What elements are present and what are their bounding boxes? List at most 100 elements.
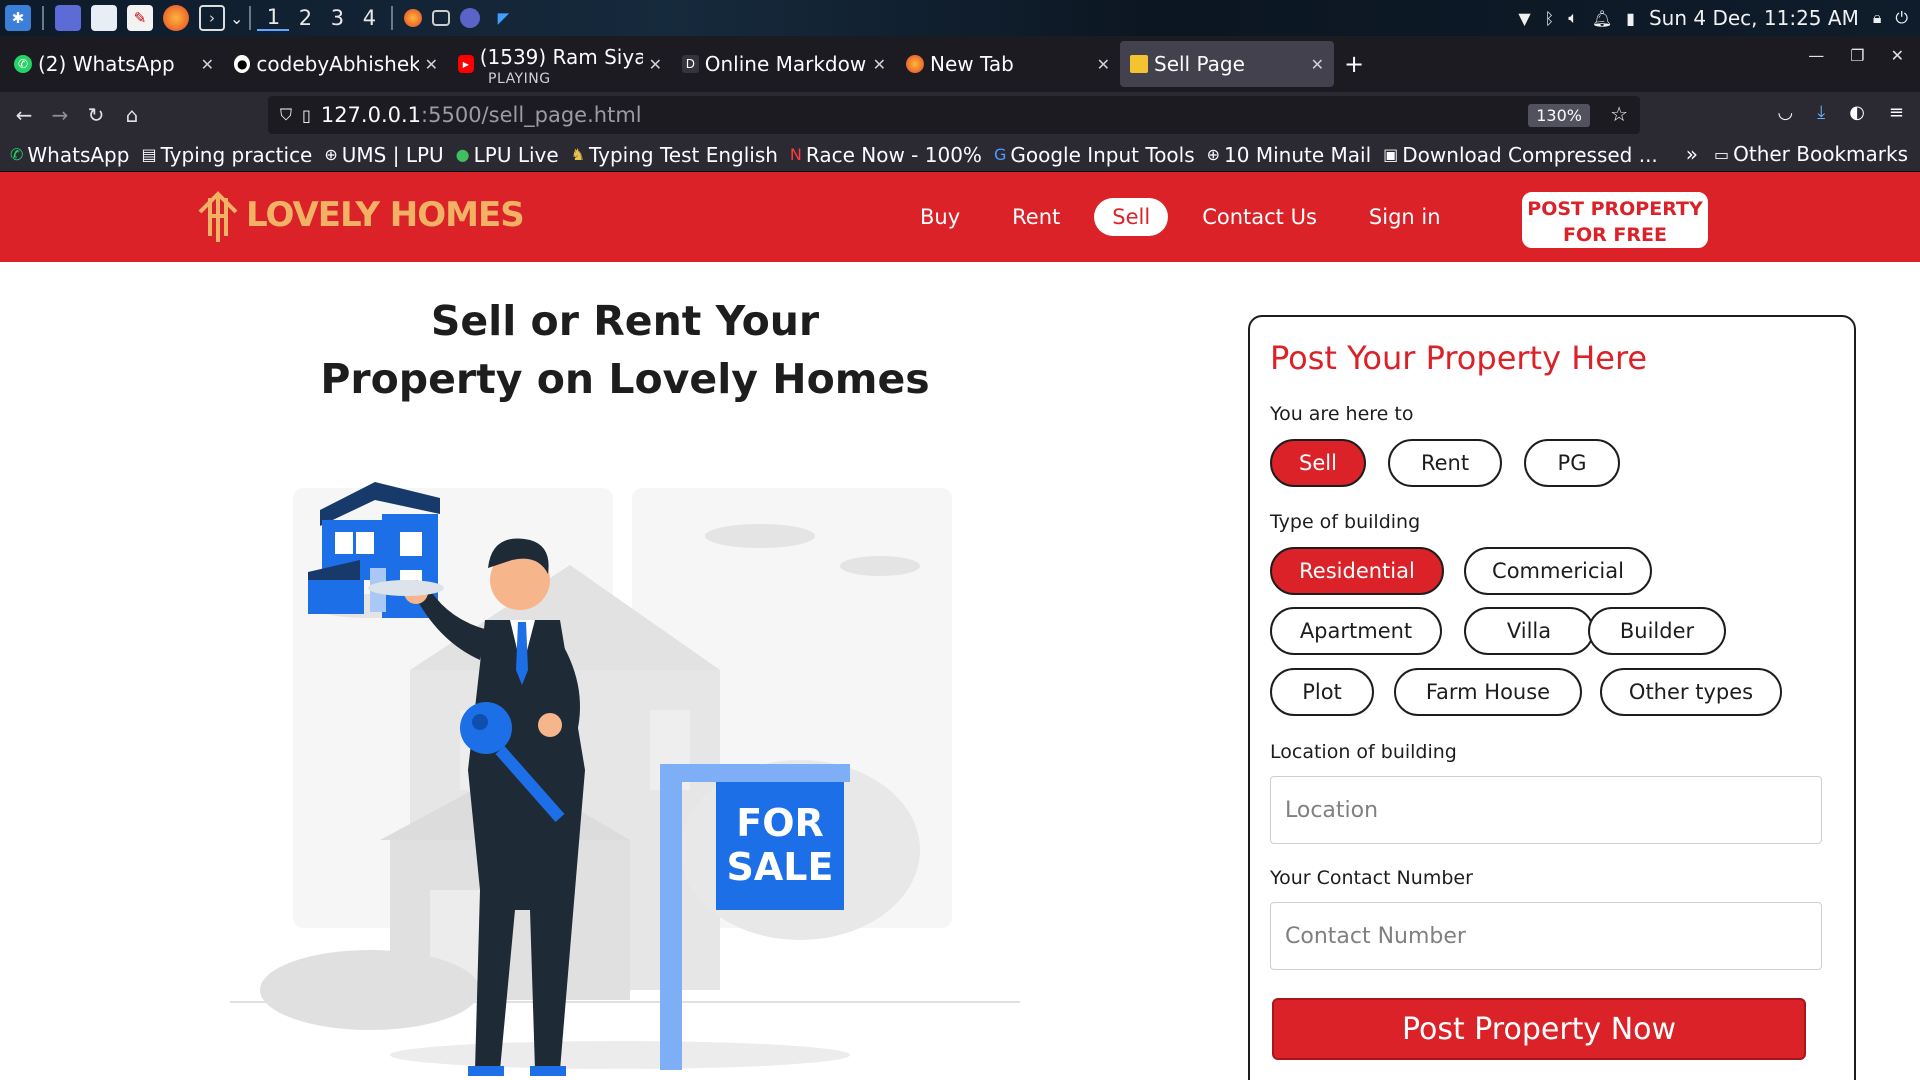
nav-contact-us[interactable]: Contact Us bbox=[1202, 205, 1317, 229]
close-icon[interactable]: ✕ bbox=[195, 55, 214, 74]
nav-buy[interactable]: Buy bbox=[920, 205, 960, 229]
type-villa-button[interactable]: Villa bbox=[1464, 607, 1594, 655]
firefox-window-icon[interactable] bbox=[404, 9, 423, 27]
bookmark-typing-test[interactable]: ♞ Typing Test English bbox=[571, 143, 778, 167]
building-type-label: Type of building bbox=[1270, 511, 1421, 533]
type-commercial-button[interactable]: Commericial bbox=[1464, 547, 1652, 595]
whatsapp-icon: ✆ bbox=[14, 55, 32, 73]
purpose-sell-button[interactable]: Sell bbox=[1270, 439, 1366, 487]
file-manager-icon[interactable] bbox=[91, 5, 117, 31]
minimize-icon[interactable]: — bbox=[1808, 46, 1824, 65]
close-icon[interactable]: ✕ bbox=[1305, 55, 1324, 74]
bookmark-label: Google Input Tools bbox=[1010, 142, 1195, 167]
close-icon[interactable]: ✕ bbox=[867, 55, 886, 74]
nitrotype-icon: N bbox=[789, 145, 802, 164]
type-farm-house-button[interactable]: Farm House bbox=[1394, 668, 1582, 716]
system-clock[interactable]: Sun 4 Dec, 11:25 AM bbox=[1649, 6, 1859, 30]
notification-bell-icon[interactable]: 🔔︎ bbox=[1592, 9, 1612, 28]
address-bar[interactable]: ⛉ ▯ 127.0.0.1:5500/sell_page.html 130% ☆ bbox=[268, 96, 1640, 134]
workspace-1[interactable]: 1 bbox=[257, 5, 290, 31]
maximize-icon[interactable]: ❐ bbox=[1850, 46, 1864, 65]
post-free-line-2: FOR FREE bbox=[1563, 224, 1667, 246]
power-icon[interactable]: ⏻ bbox=[1895, 8, 1908, 28]
reload-icon[interactable]: ↻ bbox=[78, 103, 114, 127]
bookmark-label: UMS | LPU bbox=[341, 142, 444, 167]
nav-rent[interactable]: Rent bbox=[1012, 205, 1060, 229]
firefox-icon[interactable] bbox=[163, 5, 189, 31]
shield-icon[interactable]: ⛉ bbox=[280, 105, 292, 125]
text-editor-icon[interactable]: ✎ bbox=[127, 5, 153, 31]
workspace-2[interactable]: 2 bbox=[289, 6, 321, 30]
bookmark-label: LPU Live bbox=[473, 142, 559, 167]
bookmark-label: Typing practice bbox=[160, 142, 313, 167]
bluetooth-icon[interactable]: ᛒ bbox=[1545, 9, 1555, 28]
show-desktop-icon[interactable] bbox=[55, 5, 81, 31]
new-tab-button[interactable]: + bbox=[1344, 50, 1364, 78]
nav-sign-in[interactable]: Sign in bbox=[1369, 205, 1441, 229]
lock-icon[interactable]: 🔒︎ bbox=[1873, 8, 1882, 28]
purpose-pg-button[interactable]: PG bbox=[1524, 439, 1620, 487]
zoom-indicator[interactable]: 130% bbox=[1528, 104, 1590, 127]
more-bookmarks-icon[interactable]: » bbox=[1686, 142, 1698, 166]
close-icon[interactable]: ✕ bbox=[643, 55, 662, 74]
other-bookmarks-folder[interactable]: ▭ Other Bookmarks bbox=[1714, 142, 1908, 166]
account-icon[interactable]: ◐ bbox=[1849, 102, 1865, 123]
nav-sell[interactable]: Sell bbox=[1094, 198, 1169, 236]
man-shoe bbox=[530, 1066, 566, 1076]
forward-icon[interactable]: → bbox=[42, 103, 78, 127]
divider bbox=[42, 6, 44, 30]
bookmark-typing-practice[interactable]: ▤ Typing practice bbox=[141, 143, 312, 167]
globe-icon: ⊕ bbox=[324, 145, 338, 164]
type-apartment-button[interactable]: Apartment bbox=[1270, 607, 1442, 655]
bookmark-whatsapp[interactable]: ✆ WhatsApp bbox=[10, 143, 129, 167]
firefox-icon bbox=[906, 55, 924, 73]
page-info-icon[interactable]: ▯ bbox=[302, 106, 311, 125]
close-window-icon[interactable]: ✕ bbox=[1891, 46, 1904, 65]
tab-whatsapp[interactable]: ✆ (2) WhatsApp ✕ bbox=[4, 41, 224, 87]
workspace-3[interactable]: 3 bbox=[321, 6, 353, 30]
bookmark-star-icon[interactable]: ☆ bbox=[1610, 102, 1628, 126]
bookmark-download-compressed[interactable]: ▣ Download Compressed ... bbox=[1383, 143, 1658, 167]
type-builder-button[interactable]: Builder bbox=[1588, 607, 1726, 655]
os-taskbar: ✱ ✎ › ⌄ 1 2 3 4 ◤ ▼ ᛒ 🔈︎ 🔔︎ ▮ Sun 4 Dec,… bbox=[0, 0, 1920, 36]
close-icon[interactable]: ✕ bbox=[419, 55, 438, 74]
type-residential-button[interactable]: Residential bbox=[1270, 547, 1444, 595]
vscode-icon[interactable]: ◤ bbox=[490, 5, 516, 31]
tab-markdown[interactable]: D Online Markdown ✕ bbox=[672, 41, 896, 87]
chevron-down-icon[interactable]: ⌄ bbox=[230, 9, 243, 28]
brand-logo[interactable]: LOVELY HOMES bbox=[196, 186, 525, 244]
tab-new-tab[interactable]: New Tab ✕ bbox=[896, 41, 1120, 87]
tab-github[interactable]: ● codebyAbhishekB ✕ bbox=[224, 41, 448, 87]
window-icon[interactable] bbox=[432, 10, 451, 26]
type-other-button[interactable]: Other types bbox=[1600, 668, 1782, 716]
bookmark-ums-lpu[interactable]: ⊕ UMS | LPU bbox=[324, 143, 443, 167]
download-icon[interactable]: ⤓ bbox=[1817, 102, 1825, 123]
purpose-rent-button[interactable]: Rent bbox=[1388, 439, 1502, 487]
menu-icon[interactable]: ≡ bbox=[1889, 102, 1904, 123]
location-input[interactable] bbox=[1270, 776, 1822, 844]
tab-sell-page[interactable]: Sell Page ✕ bbox=[1120, 41, 1334, 87]
post-property-now-button[interactable]: Post Property Now bbox=[1272, 998, 1806, 1060]
bookmark-race-now[interactable]: N Race Now - 100% bbox=[790, 143, 982, 167]
app-launcher-icon[interactable]: ✱ bbox=[5, 5, 31, 31]
battery-icon[interactable]: ▮ bbox=[1626, 9, 1635, 28]
bookmark-lpu-live[interactable]: ● LPU Live bbox=[456, 143, 559, 167]
volume-icon[interactable]: 🔈︎ bbox=[1568, 8, 1578, 28]
contact-number-input[interactable] bbox=[1270, 902, 1822, 970]
teams-icon[interactable] bbox=[460, 8, 481, 28]
type-plot-button[interactable]: Plot bbox=[1270, 668, 1374, 716]
key-hole bbox=[472, 714, 488, 730]
post-property-free-button[interactable]: POST PROPERTY FOR FREE bbox=[1522, 192, 1708, 248]
bookmark-google-input[interactable]: G Google Input Tools bbox=[994, 143, 1195, 167]
divider bbox=[391, 6, 394, 30]
close-icon[interactable]: ✕ bbox=[1091, 55, 1110, 74]
network-icon[interactable]: ▼ bbox=[1518, 9, 1530, 28]
back-icon[interactable]: ← bbox=[6, 103, 42, 127]
terminal-icon[interactable]: › bbox=[199, 5, 225, 31]
home-icon[interactable]: ⌂ bbox=[114, 103, 150, 127]
tab-youtube[interactable]: ▶ (1539) Ram Siya R PLAYING ✕ bbox=[448, 41, 672, 87]
pocket-icon[interactable]: ◡ bbox=[1778, 102, 1794, 123]
bookmark-label: Typing Test English bbox=[589, 142, 778, 167]
bookmark-10-minute-mail[interactable]: ⊕ 10 Minute Mail bbox=[1207, 143, 1372, 167]
workspace-4[interactable]: 4 bbox=[353, 6, 385, 30]
